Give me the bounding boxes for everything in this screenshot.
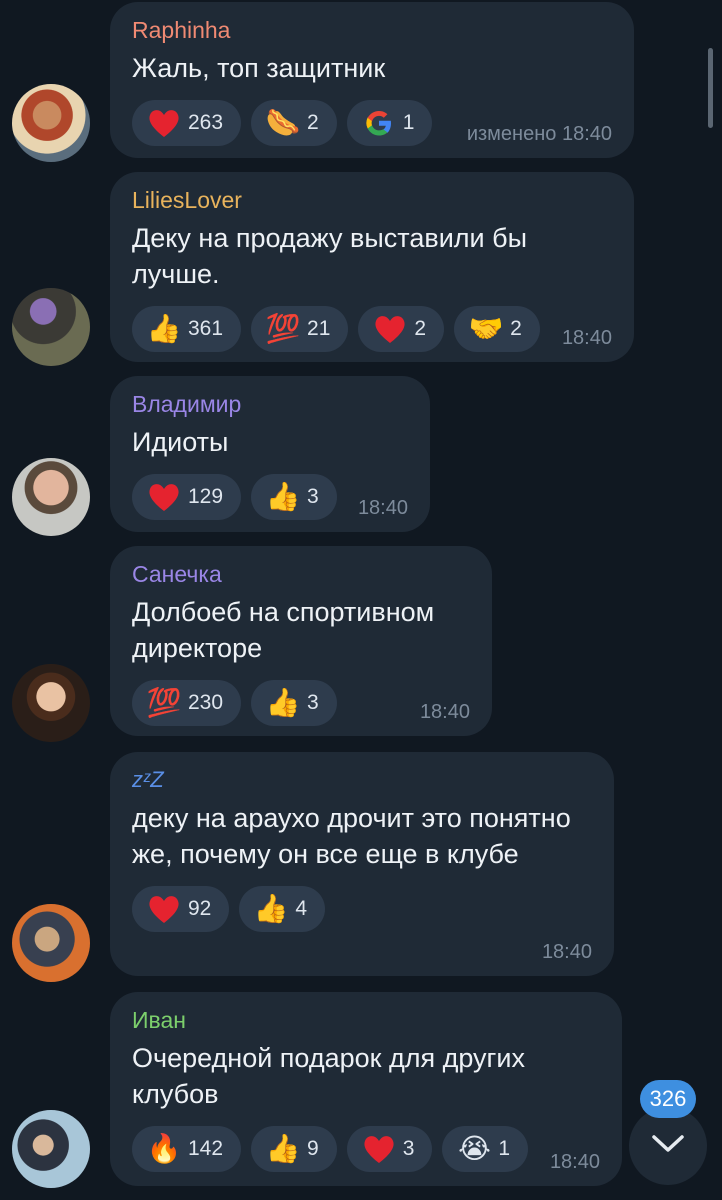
reaction[interactable]: 263 [132, 100, 242, 146]
thumbs-up-icon: 👍 [265, 687, 301, 718]
unread-count-badge[interactable]: 326 [640, 1080, 696, 1118]
reaction[interactable]: 2 [358, 306, 445, 352]
reaction[interactable]: 3 [346, 1126, 433, 1172]
heart-icon [361, 1131, 397, 1167]
avatar[interactable] [12, 288, 90, 366]
avatar[interactable] [12, 904, 90, 982]
sender-name[interactable]: Санечка [132, 560, 470, 588]
crying-face-icon: 😭 [458, 1133, 491, 1164]
hundred-icon: 💯 [265, 313, 301, 344]
message-bubble[interactable]: Владимир Идиоты 129 👍 3 18:40 [110, 376, 430, 532]
reactions: 🔥 142 👍 9 3 😭 1 [132, 1126, 600, 1172]
heart-icon [146, 479, 182, 515]
reaction[interactable]: 👍 3 [251, 680, 337, 726]
sender-name[interactable]: Иван [132, 1006, 600, 1034]
message-timestamp: 18:40 [561, 327, 612, 349]
message-text: Жаль, топ защитник [132, 53, 386, 83]
heart-icon [372, 311, 408, 347]
reaction-count: 230 [188, 691, 224, 714]
reaction-count: 3 [307, 691, 319, 714]
message-bubble[interactable]: zᶻZ деку на араухо дрочит это понятно же… [110, 752, 614, 976]
thumbs-up-icon: 👍 [146, 313, 182, 344]
avatar[interactable] [12, 1110, 90, 1188]
reaction[interactable]: 😭 1 [442, 1126, 529, 1172]
reaction-count: 361 [188, 317, 224, 340]
message-text: Долбоеб на спортивном директоре [132, 597, 435, 663]
reaction[interactable]: 💯 230 [132, 680, 242, 726]
sender-name[interactable]: LiliesLover [132, 186, 612, 214]
heart-icon [146, 891, 182, 927]
sender-name[interactable]: Raphinha [132, 16, 612, 44]
avatar[interactable] [12, 84, 90, 162]
reaction[interactable]: 👍 9 [251, 1126, 337, 1172]
scroll-to-bottom-button[interactable] [629, 1107, 707, 1185]
sender-name[interactable]: zᶻZ [132, 766, 592, 794]
message-timestamp: 18:40 [541, 941, 592, 963]
reaction-count: 21 [307, 317, 331, 340]
reaction[interactable]: 🔥 142 [132, 1126, 242, 1172]
reaction-count: 2 [510, 317, 522, 340]
hundred-icon: 💯 [146, 687, 182, 718]
avatar[interactable] [12, 458, 90, 536]
message-timestamp: 18:40 [419, 701, 470, 723]
message-text: деку на араухо дрочит это понятно же, по… [132, 803, 571, 869]
reactions: 92 👍 4 [132, 886, 592, 932]
chevron-down-icon [651, 1134, 685, 1159]
message-text: Идиоты [132, 427, 229, 457]
reaction-count: 263 [188, 111, 224, 134]
reactions: 👍 361 💯 21 2 🤝 2 [132, 306, 612, 352]
reaction[interactable]: 🌭 2 [251, 100, 337, 146]
reaction-count: 142 [188, 1137, 224, 1160]
reaction-count: 9 [307, 1137, 319, 1160]
reaction-count: 3 [402, 1137, 415, 1160]
hotdog-icon: 🌭 [265, 107, 301, 138]
reaction-count: 92 [188, 897, 212, 920]
thumbs-up-icon: 👍 [253, 893, 289, 924]
handshake-icon: 🤝 [468, 313, 504, 344]
fire-icon: 🔥 [146, 1133, 182, 1164]
reaction[interactable]: 1 [346, 100, 433, 146]
reaction[interactable]: 👍 4 [239, 886, 326, 932]
reaction[interactable]: 👍 361 [132, 306, 242, 352]
sender-name[interactable]: Владимир [132, 390, 408, 418]
reaction[interactable]: 129 [132, 474, 242, 520]
message-timestamp: изменено 18:40 [466, 123, 612, 145]
message-text: Очередной подарок для других клубов [132, 1043, 525, 1109]
thumbs-up-icon: 👍 [265, 1133, 301, 1164]
reaction-count: 2 [307, 111, 319, 134]
heart-icon [146, 105, 182, 141]
reaction[interactable]: 92 [132, 886, 230, 932]
message-text: Деку на продажу выставили бы лучше. [132, 223, 528, 289]
reaction-count: 3 [307, 485, 319, 508]
reaction-count: 4 [295, 897, 308, 920]
message-timestamp: 18:40 [357, 497, 408, 519]
message-bubble[interactable]: Raphinha Жаль, топ защитник 263 🌭 2 1 из… [110, 2, 634, 158]
reaction[interactable]: 👍 3 [251, 474, 337, 520]
chat-area: Raphinha Жаль, топ защитник 263 🌭 2 1 из… [0, 0, 722, 1200]
reaction-count: 1 [402, 111, 415, 134]
message-bubble[interactable]: Санечка Долбоеб на спортивном директоре … [110, 546, 492, 736]
reaction-count: 129 [188, 485, 224, 508]
google-g-icon [361, 105, 397, 141]
message-bubble[interactable]: Иван Очередной подарок для других клубов… [110, 992, 622, 1186]
reaction-count: 2 [414, 317, 427, 340]
scrollbar[interactable] [708, 48, 713, 128]
message-timestamp: 18:40 [549, 1151, 600, 1173]
avatar[interactable] [12, 664, 90, 742]
reaction[interactable]: 🤝 2 [454, 306, 540, 352]
reaction-count: 1 [498, 1137, 511, 1160]
message-bubble[interactable]: LiliesLover Деку на продажу выставили бы… [110, 172, 634, 362]
reaction[interactable]: 💯 21 [251, 306, 349, 352]
thumbs-up-icon: 👍 [265, 481, 301, 512]
